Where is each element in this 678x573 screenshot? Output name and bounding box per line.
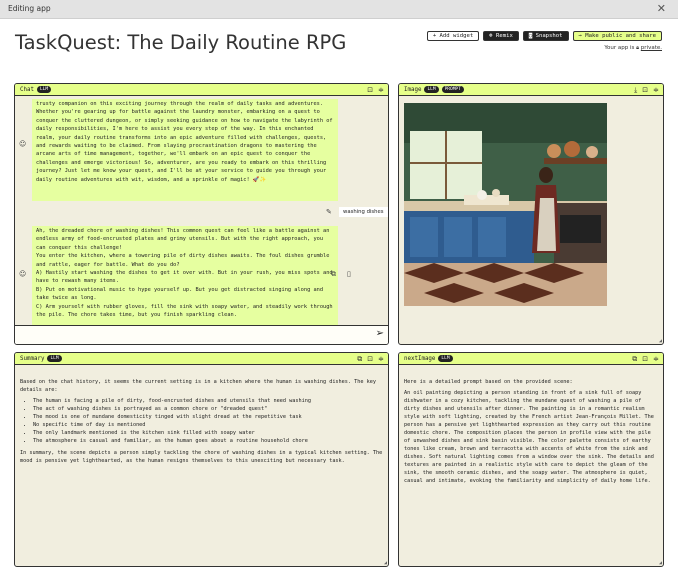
assistant-message-2-option-b: B) Put on motivational music to hype you… <box>36 286 324 302</box>
add-widget-label: + Add widget <box>432 33 474 39</box>
close-icon[interactable]: ✕ <box>657 2 666 15</box>
image-panel: Image LLM PROMPT ⤓ ⊡ ≑ ◢ <box>398 83 664 345</box>
next-image-title: nextImage <box>404 355 436 362</box>
save-icon[interactable]: ⊡ <box>642 86 648 95</box>
add-widget-button[interactable]: + Add widget <box>426 31 480 41</box>
user-message-text: washing dishes <box>343 209 384 215</box>
summary-panel: Summary LLM ⧉ ⊡ ≑ Based on the chat hist… <box>14 352 389 567</box>
summary-bullet: The atmosphere is casual and familiar, a… <box>33 437 383 445</box>
summary-header: Summary LLM <box>15 353 388 365</box>
llm-tag: LLM <box>47 355 62 362</box>
bot-avatar-icon: ☺ <box>19 140 27 148</box>
save-icon[interactable]: ⊡ <box>642 355 648 364</box>
chat-input[interactable]: ➢ <box>15 325 388 344</box>
chat-title: Chat <box>20 86 34 93</box>
llm-tag: LLM <box>36 86 52 93</box>
bot-avatar-icon: ☺ <box>19 270 27 278</box>
settings-sliders-icon[interactable]: ≑ <box>653 355 659 364</box>
next-image-header-actions: ⧉ ⊡ ≑ <box>632 355 659 364</box>
book-icon[interactable]: ▯ <box>347 270 351 278</box>
assistant-message-2-line-2: You enter the kitchen, where a towering … <box>36 253 330 268</box>
settings-sliders-icon[interactable]: ≑ <box>378 355 384 364</box>
image-title: Image <box>404 86 422 93</box>
llm-tag: LLM <box>438 355 453 362</box>
save-icon[interactable]: ⊡ <box>367 355 373 364</box>
resize-handle-icon[interactable]: ◢ <box>384 560 387 566</box>
assistant-message-2: Ah, the dreaded chore of washing dishes!… <box>32 226 338 326</box>
resize-handle-icon[interactable]: ◢ <box>659 338 662 344</box>
chat-panel: Chat LLM ⊡ ≑ ☺ trusty companion on this … <box>14 83 389 345</box>
remix-button[interactable]: ⊛ Remix <box>483 31 519 41</box>
privacy-status: Your app is 🔒︎ private. <box>604 45 662 52</box>
chat-header-actions: ⊡ ≑ <box>367 86 384 94</box>
download-icon[interactable]: ⤓ <box>634 86 637 95</box>
privacy-link[interactable]: private. <box>641 45 662 51</box>
summary-intro: Based on the chat history, it seems the … <box>20 379 377 393</box>
chat-header: Chat LLM <box>15 84 388 96</box>
summary-bullet: The human is facing a pile of dirty, foo… <box>33 397 383 405</box>
summary-bullet: The mood is one of mundane domesticity t… <box>33 413 383 421</box>
remix-label: Remix <box>495 33 513 39</box>
summary-bullet-list: The human is facing a pile of dirty, foo… <box>20 397 383 445</box>
next-image-prompt: An oil painting depicting a person stand… <box>404 390 654 484</box>
summary-title: Summary <box>20 355 45 362</box>
next-image-content: Here is a detailed prompt based on the p… <box>404 378 658 488</box>
app-toolbar: + Add widget ⊛ Remix ◙ Snapshot → Make p… <box>426 31 662 41</box>
privacy-prefix: Your app is <box>604 45 635 51</box>
send-icon[interactable]: ➢ <box>376 328 384 339</box>
next-image-header: nextImage LLM <box>399 353 663 365</box>
image-header: Image LLM PROMPT <box>399 84 663 96</box>
remix-icon: ⊛ <box>489 33 496 39</box>
save-icon[interactable]: ⊡ <box>367 86 373 94</box>
next-image-panel: nextImage LLM ⧉ ⊡ ≑ Here is a detailed p… <box>398 352 664 567</box>
copy-icon[interactable]: ⧉ <box>632 355 637 364</box>
llm-tag: LLM <box>424 86 439 93</box>
next-image-intro: Here is a detailed prompt based on the p… <box>404 379 573 385</box>
settings-sliders-icon[interactable]: ≑ <box>378 86 384 94</box>
summary-bullet: No specific time of day is mentioned <box>33 421 383 429</box>
user-message: washing dishes <box>339 207 388 217</box>
snapshot-label: Snapshot <box>535 33 563 39</box>
assistant-message-2-option-a: A) Hastily start washing the dishes to g… <box>36 270 333 285</box>
assistant-message-2-line-1: Ah, the dreaded chore of washing dishes!… <box>36 228 330 251</box>
camera-icon: ◙ <box>528 33 536 39</box>
assistant-message-1-text: trusty companion on this exciting journe… <box>36 101 333 183</box>
app-title: TaskQuest: The Daily Routine RPG <box>15 31 347 54</box>
copy-icon[interactable]: ⧉ <box>357 355 362 364</box>
lock-icon: 🔒︎ <box>636 45 640 51</box>
summary-outro: In summary, the scene depicts a person s… <box>20 450 383 464</box>
generated-kitchen-image <box>404 103 607 306</box>
publish-button[interactable]: → Make public and share <box>572 31 662 41</box>
publish-label: → Make public and share <box>578 33 656 39</box>
snapshot-button[interactable]: ◙ Snapshot <box>522 31 569 41</box>
summary-content: Based on the chat history, it seems the … <box>20 378 383 468</box>
prompt-tag: PROMPT <box>441 86 464 93</box>
summary-bullet: The only landmark mentioned is the kitch… <box>33 429 383 437</box>
edit-icon[interactable]: ✎ <box>326 208 332 216</box>
resize-handle-icon[interactable]: ◢ <box>659 560 662 566</box>
image-header-actions: ⤓ ⊡ ≑ <box>634 86 659 95</box>
assistant-message-1: trusty companion on this exciting journe… <box>32 99 338 201</box>
settings-sliders-icon[interactable]: ≑ <box>653 86 659 95</box>
summary-header-actions: ⧉ ⊡ ≑ <box>357 355 384 364</box>
window-titlebar: Editing app ✕ <box>0 0 678 19</box>
copy-icon[interactable]: ⧉ <box>331 270 336 279</box>
summary-bullet: The act of washing dishes is portrayed a… <box>33 405 383 413</box>
window-title: Editing app <box>8 4 51 13</box>
assistant-message-2-option-c: C) Arm yourself with rubber gloves, fill… <box>36 303 333 319</box>
